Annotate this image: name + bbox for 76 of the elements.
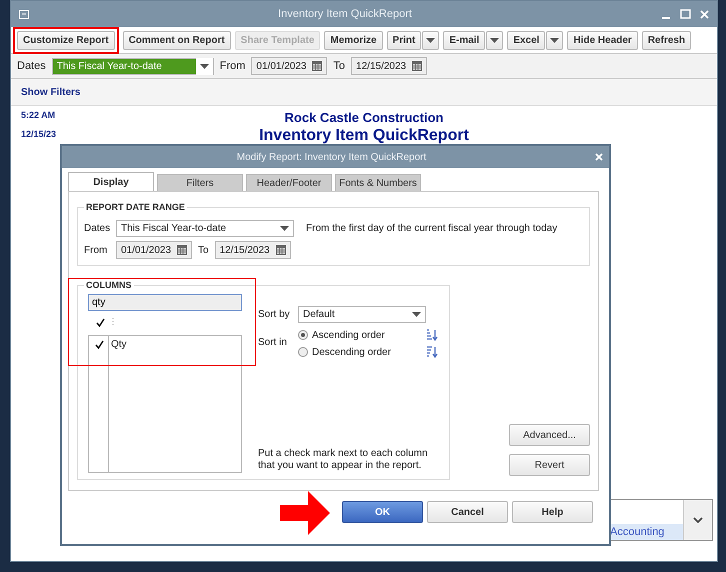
help-text: Put a check mark next to each column that you want to appear in the report. <box>258 448 429 472</box>
date-value: 12/15/2023 <box>356 60 406 72</box>
checkmark-icon[interactable] <box>94 340 104 350</box>
sort-ascending-icon <box>426 329 438 341</box>
date-value: 12/15/2023 <box>220 244 270 256</box>
toolbar-button[interactable]: Excel <box>507 30 546 50</box>
tab[interactable]: Display <box>68 172 154 191</box>
dropdown-button[interactable] <box>486 30 504 50</box>
window-title: Inventory Item QuickReport <box>277 8 413 20</box>
calendar-icon[interactable] <box>276 245 286 255</box>
caret-icon <box>550 38 560 42</box>
toolbar-button[interactable]: Refresh <box>642 30 692 50</box>
dialog-button[interactable]: Revert <box>509 454 590 476</box>
sort-by-label: Sort by <box>258 309 291 320</box>
date-range-description: From the first day of the current fiscal year through today <box>306 223 558 234</box>
from-date-field[interactable]: 01/01/2023 <box>116 241 192 259</box>
sort-by-dropdown[interactable]: Default <box>298 306 426 323</box>
dates-dropdown[interactable]: This Fiscal Year-to-date <box>52 58 214 74</box>
dates-label: Dates <box>84 223 110 234</box>
report-title: Inventory Item QuickReport <box>259 127 469 145</box>
toolbar-button[interactable]: E-mail <box>443 30 486 50</box>
to-date-field[interactable]: 12/15/2023 <box>351 57 428 75</box>
chevron-down-icon[interactable] <box>693 517 703 523</box>
caret-icon <box>426 38 436 42</box>
dropdown-button[interactable] <box>422 30 440 50</box>
from-date-field[interactable]: 01/01/2023 <box>251 57 328 75</box>
toolbar-button[interactable]: Print <box>386 30 422 50</box>
group-heading: REPORT DATE RANGE <box>85 202 186 212</box>
checkmark-icon[interactable] <box>96 318 104 328</box>
radio-label[interactable]: Descending order <box>312 346 391 358</box>
tab[interactable]: Fonts & Numbers <box>335 174 421 191</box>
to-label: To <box>333 60 346 72</box>
radio-button[interactable] <box>298 330 308 340</box>
dialog-button[interactable]: Help <box>512 501 593 523</box>
date-value: 01/01/2023 <box>256 60 306 72</box>
close-icon[interactable] <box>700 10 709 18</box>
calendar-icon[interactable] <box>412 61 422 71</box>
maximize-icon[interactable] <box>680 9 691 19</box>
from-label: From <box>84 244 108 256</box>
accounting-link[interactable]: Accounting <box>608 524 683 540</box>
toolbar-button[interactable]: Memorize <box>324 30 383 50</box>
sort-in-label: Sort in <box>258 337 288 348</box>
company-name: Rock Castle Construction <box>284 110 444 125</box>
column-name[interactable]: Qty <box>111 339 127 350</box>
calendar-icon[interactable] <box>177 245 187 255</box>
caret-icon <box>412 312 421 317</box>
dialog-button[interactable]: OK <box>342 501 423 523</box>
group-heading: COLUMNS <box>85 280 132 290</box>
dates-dropdown[interactable]: This Fiscal Year-to-date <box>116 220 294 237</box>
dialog-title: Modify Report: Inventory Item QuickReport <box>236 152 428 162</box>
window-menu-icon[interactable] <box>19 10 29 18</box>
dialog-button[interactable]: Cancel <box>427 501 508 523</box>
show-filters-link[interactable]: Show Filters <box>21 86 80 98</box>
radio-button[interactable] <box>298 347 308 357</box>
toolbar-button[interactable]: Customize Report <box>17 30 115 50</box>
radio-label[interactable]: Ascending order <box>312 330 385 340</box>
caret-icon <box>196 58 213 74</box>
to-label: To <box>198 244 209 256</box>
column-search-field[interactable]: qty <box>88 294 242 312</box>
calendar-icon[interactable] <box>312 61 322 71</box>
report-time: 5:22 AM <box>21 110 56 120</box>
date-value: 01/01/2023 <box>121 244 172 256</box>
tab[interactable]: Filters <box>157 174 243 191</box>
tab[interactable]: Header/Footer <box>246 174 332 191</box>
toolbar-button[interactable]: Comment on Report <box>122 30 231 50</box>
dialog-button[interactable]: Advanced... <box>509 424 590 446</box>
to-date-field[interactable]: 12/15/2023 <box>214 241 291 259</box>
report-date: 12/15/23 <box>21 129 58 139</box>
caret-icon <box>280 226 289 231</box>
dates-label: Dates <box>17 60 46 72</box>
caret-icon <box>490 38 500 42</box>
dropdown-button[interactable] <box>546 30 564 50</box>
close-icon[interactable] <box>595 153 603 161</box>
toolbar-button[interactable]: Hide Header <box>567 30 638 50</box>
sort-descending-icon <box>426 346 438 358</box>
from-label: From <box>220 60 246 72</box>
